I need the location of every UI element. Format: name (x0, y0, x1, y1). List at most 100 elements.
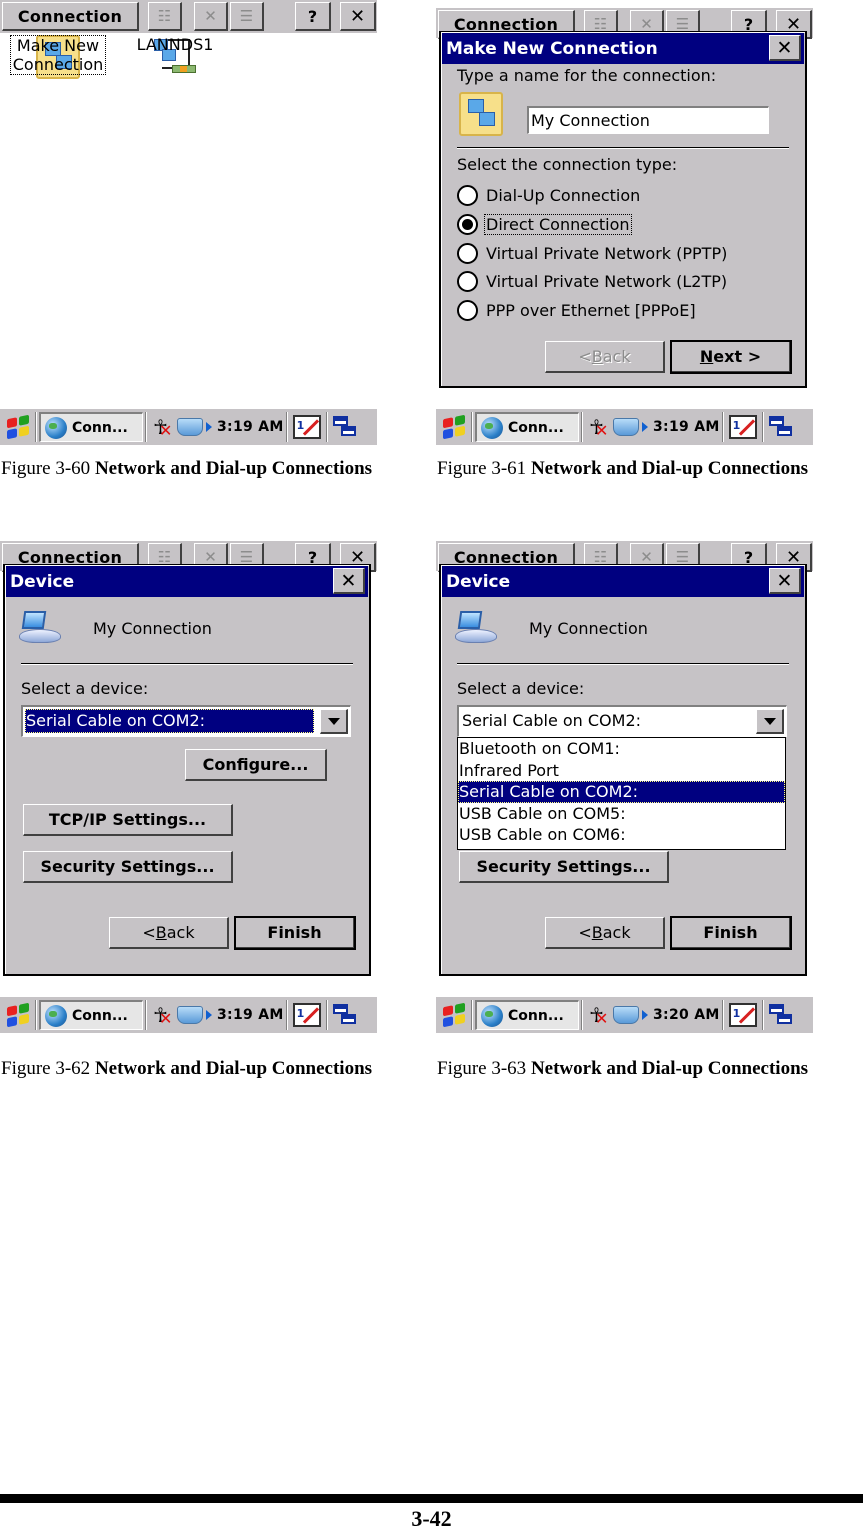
switch-windows-icon[interactable] (768, 1003, 795, 1027)
system-tray: ☥ ✕ 3:20 AM (585, 1000, 720, 1030)
taskbar-connection-button[interactable]: Conn... (39, 412, 143, 442)
connection-name-label: My Connection (529, 619, 648, 638)
security-settings-button[interactable]: Security Settings... (23, 851, 233, 883)
taskbar: Conn... ☥ ✕ 3:20 AM 1 (436, 997, 813, 1033)
delete-icon[interactable]: ✕ (194, 2, 228, 31)
device-dialog: Device ✕ My Connection Select a device: … (3, 564, 371, 976)
clock[interactable]: 3:19 AM (653, 419, 720, 435)
dialog-title: Make New Connection (446, 38, 658, 59)
radio-vpn-l2tp[interactable]: Virtual Private Network (L2TP) (457, 269, 729, 293)
dialog-title-bar: Device ✕ (442, 566, 804, 597)
device-select[interactable]: Serial Cable on COM2: (21, 705, 351, 737)
start-icon[interactable] (439, 998, 469, 1032)
switch-windows-icon[interactable] (332, 1003, 359, 1027)
input-panel-icon[interactable]: 1 (728, 415, 757, 439)
dropdown-option[interactable]: Infrared Port (458, 760, 785, 782)
input-panel-icon[interactable]: 1 (292, 415, 321, 439)
clock[interactable]: 3:19 AM (217, 419, 284, 435)
clock[interactable]: 3:19 AM (217, 1007, 284, 1023)
device-dialog: Device ✕ My Connection Select a device: … (439, 564, 807, 976)
system-tray: ☥ ✕ 3:19 AM (149, 412, 284, 442)
connection-menu-button[interactable]: Connection (2, 2, 139, 31)
close-button[interactable]: ✕ (340, 2, 376, 31)
taskbar: Conn... ☥ ✕ 3:19 AM 1 (0, 409, 377, 445)
network-disconnected-icon[interactable]: ☥ ✕ (153, 415, 175, 440)
radio-button[interactable] (457, 242, 478, 264)
clock[interactable]: 3:20 AM (653, 1007, 720, 1023)
back-button[interactable]: < Back (545, 917, 665, 949)
item-label: Make New Connection (9, 35, 107, 75)
dialog-close-button[interactable]: ✕ (769, 35, 801, 61)
dialog-close-button[interactable]: ✕ (769, 568, 801, 594)
dropdown-option-selected[interactable]: Serial Cable on COM2: (458, 781, 785, 803)
dropdown-arrow-icon[interactable] (756, 709, 784, 734)
direct-connection-device-icon (19, 611, 65, 651)
network-disconnected-icon[interactable]: ☥ ✕ (589, 415, 611, 440)
device-select[interactable]: Serial Cable on COM2: (457, 705, 787, 737)
radio-button[interactable] (457, 184, 478, 206)
connect-icon[interactable]: ☷ (148, 2, 182, 31)
system-tray: ☥ ✕ 3:19 AM (149, 1000, 284, 1030)
security-settings-button[interactable]: Security Settings... (459, 851, 669, 883)
switch-windows-icon[interactable] (332, 415, 359, 439)
globe-icon (45, 416, 67, 439)
start-icon[interactable] (439, 410, 469, 444)
figure-caption: Figure 3-63 Network and Dial-up Connecti… (437, 1058, 809, 1079)
radio-direct[interactable]: Direct Connection (457, 212, 632, 236)
help-button[interactable]: ? (295, 2, 331, 31)
next-button[interactable]: Next > (670, 340, 792, 374)
make-new-connection-dialog: Make New Connection ✕ Type a name for th… (439, 31, 807, 388)
dropdown-option[interactable]: Bluetooth on COM1: (458, 738, 785, 760)
start-icon[interactable] (3, 410, 33, 444)
tray-expand-arrow-icon[interactable] (642, 422, 648, 432)
radio-button-checked[interactable] (457, 213, 478, 235)
radio-dial-up[interactable]: Dial-Up Connection (457, 183, 642, 207)
back-button[interactable]: < Back (545, 341, 665, 373)
back-button[interactable]: < Back (109, 917, 229, 949)
connection-name-input[interactable]: My Connection (527, 106, 769, 134)
direct-connection-device-icon (455, 611, 501, 651)
network-pc-icon[interactable] (177, 418, 203, 436)
network-pc-icon[interactable] (613, 418, 639, 436)
globe-icon (45, 1004, 67, 1027)
radio-button[interactable] (457, 270, 478, 292)
start-icon[interactable] (3, 998, 33, 1032)
taskbar-connection-button[interactable]: Conn... (39, 1000, 143, 1030)
switch-windows-icon[interactable] (768, 415, 795, 439)
tray-expand-arrow-icon[interactable] (642, 1010, 648, 1020)
radio-pppoe[interactable]: PPP over Ethernet [PPPoE] (457, 298, 698, 322)
network-disconnected-icon[interactable]: ☥ ✕ (589, 1003, 611, 1028)
make-new-connection-item[interactable]: Make New Connection (6, 35, 110, 83)
network-disconnected-icon[interactable]: ☥ ✕ (153, 1003, 175, 1028)
device-select-value[interactable]: Serial Cable on COM2: (461, 709, 750, 733)
dropdown-option[interactable]: USB Cable on COM5: (458, 803, 785, 825)
radio-button[interactable] (457, 299, 478, 321)
network-pc-icon[interactable] (177, 1006, 203, 1024)
taskbar-connection-button[interactable]: Conn... (475, 1000, 579, 1030)
dropdown-option[interactable]: USB Cable on COM6: (458, 824, 785, 846)
properties-icon[interactable]: ☰ (230, 2, 264, 31)
tcpip-settings-button[interactable]: TCP/IP Settings... (23, 804, 233, 836)
taskbar-connection-button[interactable]: Conn... (475, 412, 579, 442)
configure-button[interactable]: Configure... (185, 749, 327, 781)
input-panel-icon[interactable]: 1 (292, 1003, 321, 1027)
item-label: LANNDS1 (136, 35, 214, 54)
finish-button[interactable]: Finish (670, 916, 792, 950)
network-pc-icon[interactable] (613, 1006, 639, 1024)
device-select-value[interactable]: Serial Cable on COM2: (25, 709, 314, 733)
dialog-title: Device (10, 571, 75, 592)
figure-caption: Figure 3-61 Network and Dial-up Connecti… (437, 458, 809, 479)
device-prompt-label: Select a device: (457, 679, 585, 698)
dialog-title-bar: Make New Connection ✕ (442, 33, 804, 64)
device-dropdown-list[interactable]: Bluetooth on COM1: Infrared Port Serial … (457, 737, 786, 850)
taskbar: Conn... ☥ ✕ 3:19 AM 1 (0, 997, 377, 1033)
lannds1-connection-item[interactable]: LANNDS1 (130, 35, 220, 83)
input-panel-icon[interactable]: 1 (728, 1003, 757, 1027)
finish-button[interactable]: Finish (234, 916, 356, 950)
tray-expand-arrow-icon[interactable] (206, 422, 212, 432)
tray-expand-arrow-icon[interactable] (206, 1010, 212, 1020)
dialog-close-button[interactable]: ✕ (333, 568, 365, 594)
dropdown-arrow-icon[interactable] (320, 709, 348, 734)
name-prompt-label: Type a name for the connection: (457, 66, 717, 85)
radio-vpn-pptp[interactable]: Virtual Private Network (PPTP) (457, 241, 729, 265)
